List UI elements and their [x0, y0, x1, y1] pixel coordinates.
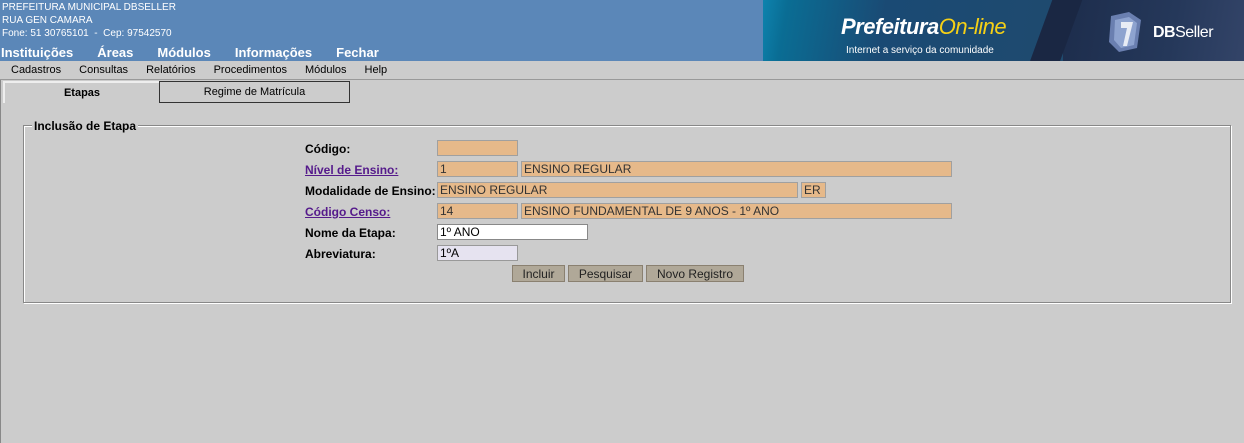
nav-fechar[interactable]: Fechar: [336, 45, 379, 60]
nav-informacoes[interactable]: Informações: [235, 45, 312, 60]
nivel-ensino-code-field[interactable]: [437, 161, 518, 177]
logo-accent-text: On-line: [938, 14, 1007, 39]
fieldset-legend: Inclusão de Etapa: [32, 119, 139, 133]
menu-relatorios[interactable]: Relatórios: [146, 64, 196, 76]
dbseller-light: Seller: [1175, 24, 1214, 41]
modalidade-desc-field[interactable]: [437, 182, 798, 198]
organization-info: PREFEITURA MUNICIPAL DBSELLER RUA GEN CA…: [2, 1, 176, 40]
codigo-censo-code-field[interactable]: [437, 203, 518, 219]
modalidade-abbr-field[interactable]: [801, 182, 826, 198]
nome-etapa-input[interactable]: [437, 224, 588, 240]
incluir-button[interactable]: Incluir: [512, 265, 565, 282]
app-header: PREFEITURA MUNICIPAL DBSELLER RUA GEN CA…: [0, 0, 1244, 61]
page-left-border: [0, 80, 1, 443]
menu-cadastros[interactable]: Cadastros: [11, 64, 61, 76]
org-address: RUA GEN CAMARA: [2, 15, 93, 26]
menu-help[interactable]: Help: [365, 64, 388, 76]
modalidade-label: Modalidade de Ensino:: [305, 184, 436, 198]
prefeitura-online-logo: PrefeituraOn-line: [841, 14, 1007, 40]
dbseller-bold: DB: [1153, 24, 1176, 41]
nivel-ensino-link[interactable]: Nível de Ensino:: [305, 163, 398, 177]
pesquisar-button[interactable]: Pesquisar: [568, 265, 643, 282]
dbseller-logo-icon: [1109, 12, 1141, 52]
main-nav: Instituições Áreas Módulos Informações F…: [1, 45, 403, 60]
codigo-label: Código:: [305, 142, 351, 156]
banner-tagline: Internet a serviço da comunidade: [846, 45, 994, 56]
menu-modulos[interactable]: Módulos: [305, 64, 347, 76]
nivel-ensino-desc-field[interactable]: [521, 161, 952, 177]
nome-etapa-label: Nome da Etapa:: [305, 226, 396, 240]
logo-main-text: Prefeitura: [841, 14, 939, 39]
tab-regime-matricula[interactable]: Regime de Matrícula: [159, 81, 350, 103]
org-name: PREFEITURA MUNICIPAL DBSELLER: [2, 2, 176, 13]
codigo-field[interactable]: [437, 140, 518, 156]
tab-etapas[interactable]: Etapas: [3, 81, 159, 103]
menu-bar: Cadastros Consultas Relatórios Procedime…: [0, 61, 1244, 80]
abreviatura-label: Abreviatura:: [305, 247, 376, 261]
brand-banner: PrefeituraOn-line Internet a serviço da …: [763, 0, 1244, 61]
org-phone: Fone: 51 30765101 - Cep: 97542570: [2, 28, 172, 39]
abreviatura-input[interactable]: [437, 245, 518, 261]
codigo-censo-link[interactable]: Código Censo:: [305, 205, 390, 219]
nav-modulos[interactable]: Módulos: [157, 45, 210, 60]
menu-procedimentos[interactable]: Procedimentos: [214, 64, 287, 76]
codigo-censo-desc-field[interactable]: [521, 203, 952, 219]
dbseller-wordmark: DBSeller: [1153, 24, 1214, 42]
nav-areas[interactable]: Áreas: [97, 45, 133, 60]
novo-registro-button[interactable]: Novo Registro: [646, 265, 744, 282]
nav-instituicoes[interactable]: Instituições: [1, 45, 73, 60]
menu-consultas[interactable]: Consultas: [79, 64, 128, 76]
